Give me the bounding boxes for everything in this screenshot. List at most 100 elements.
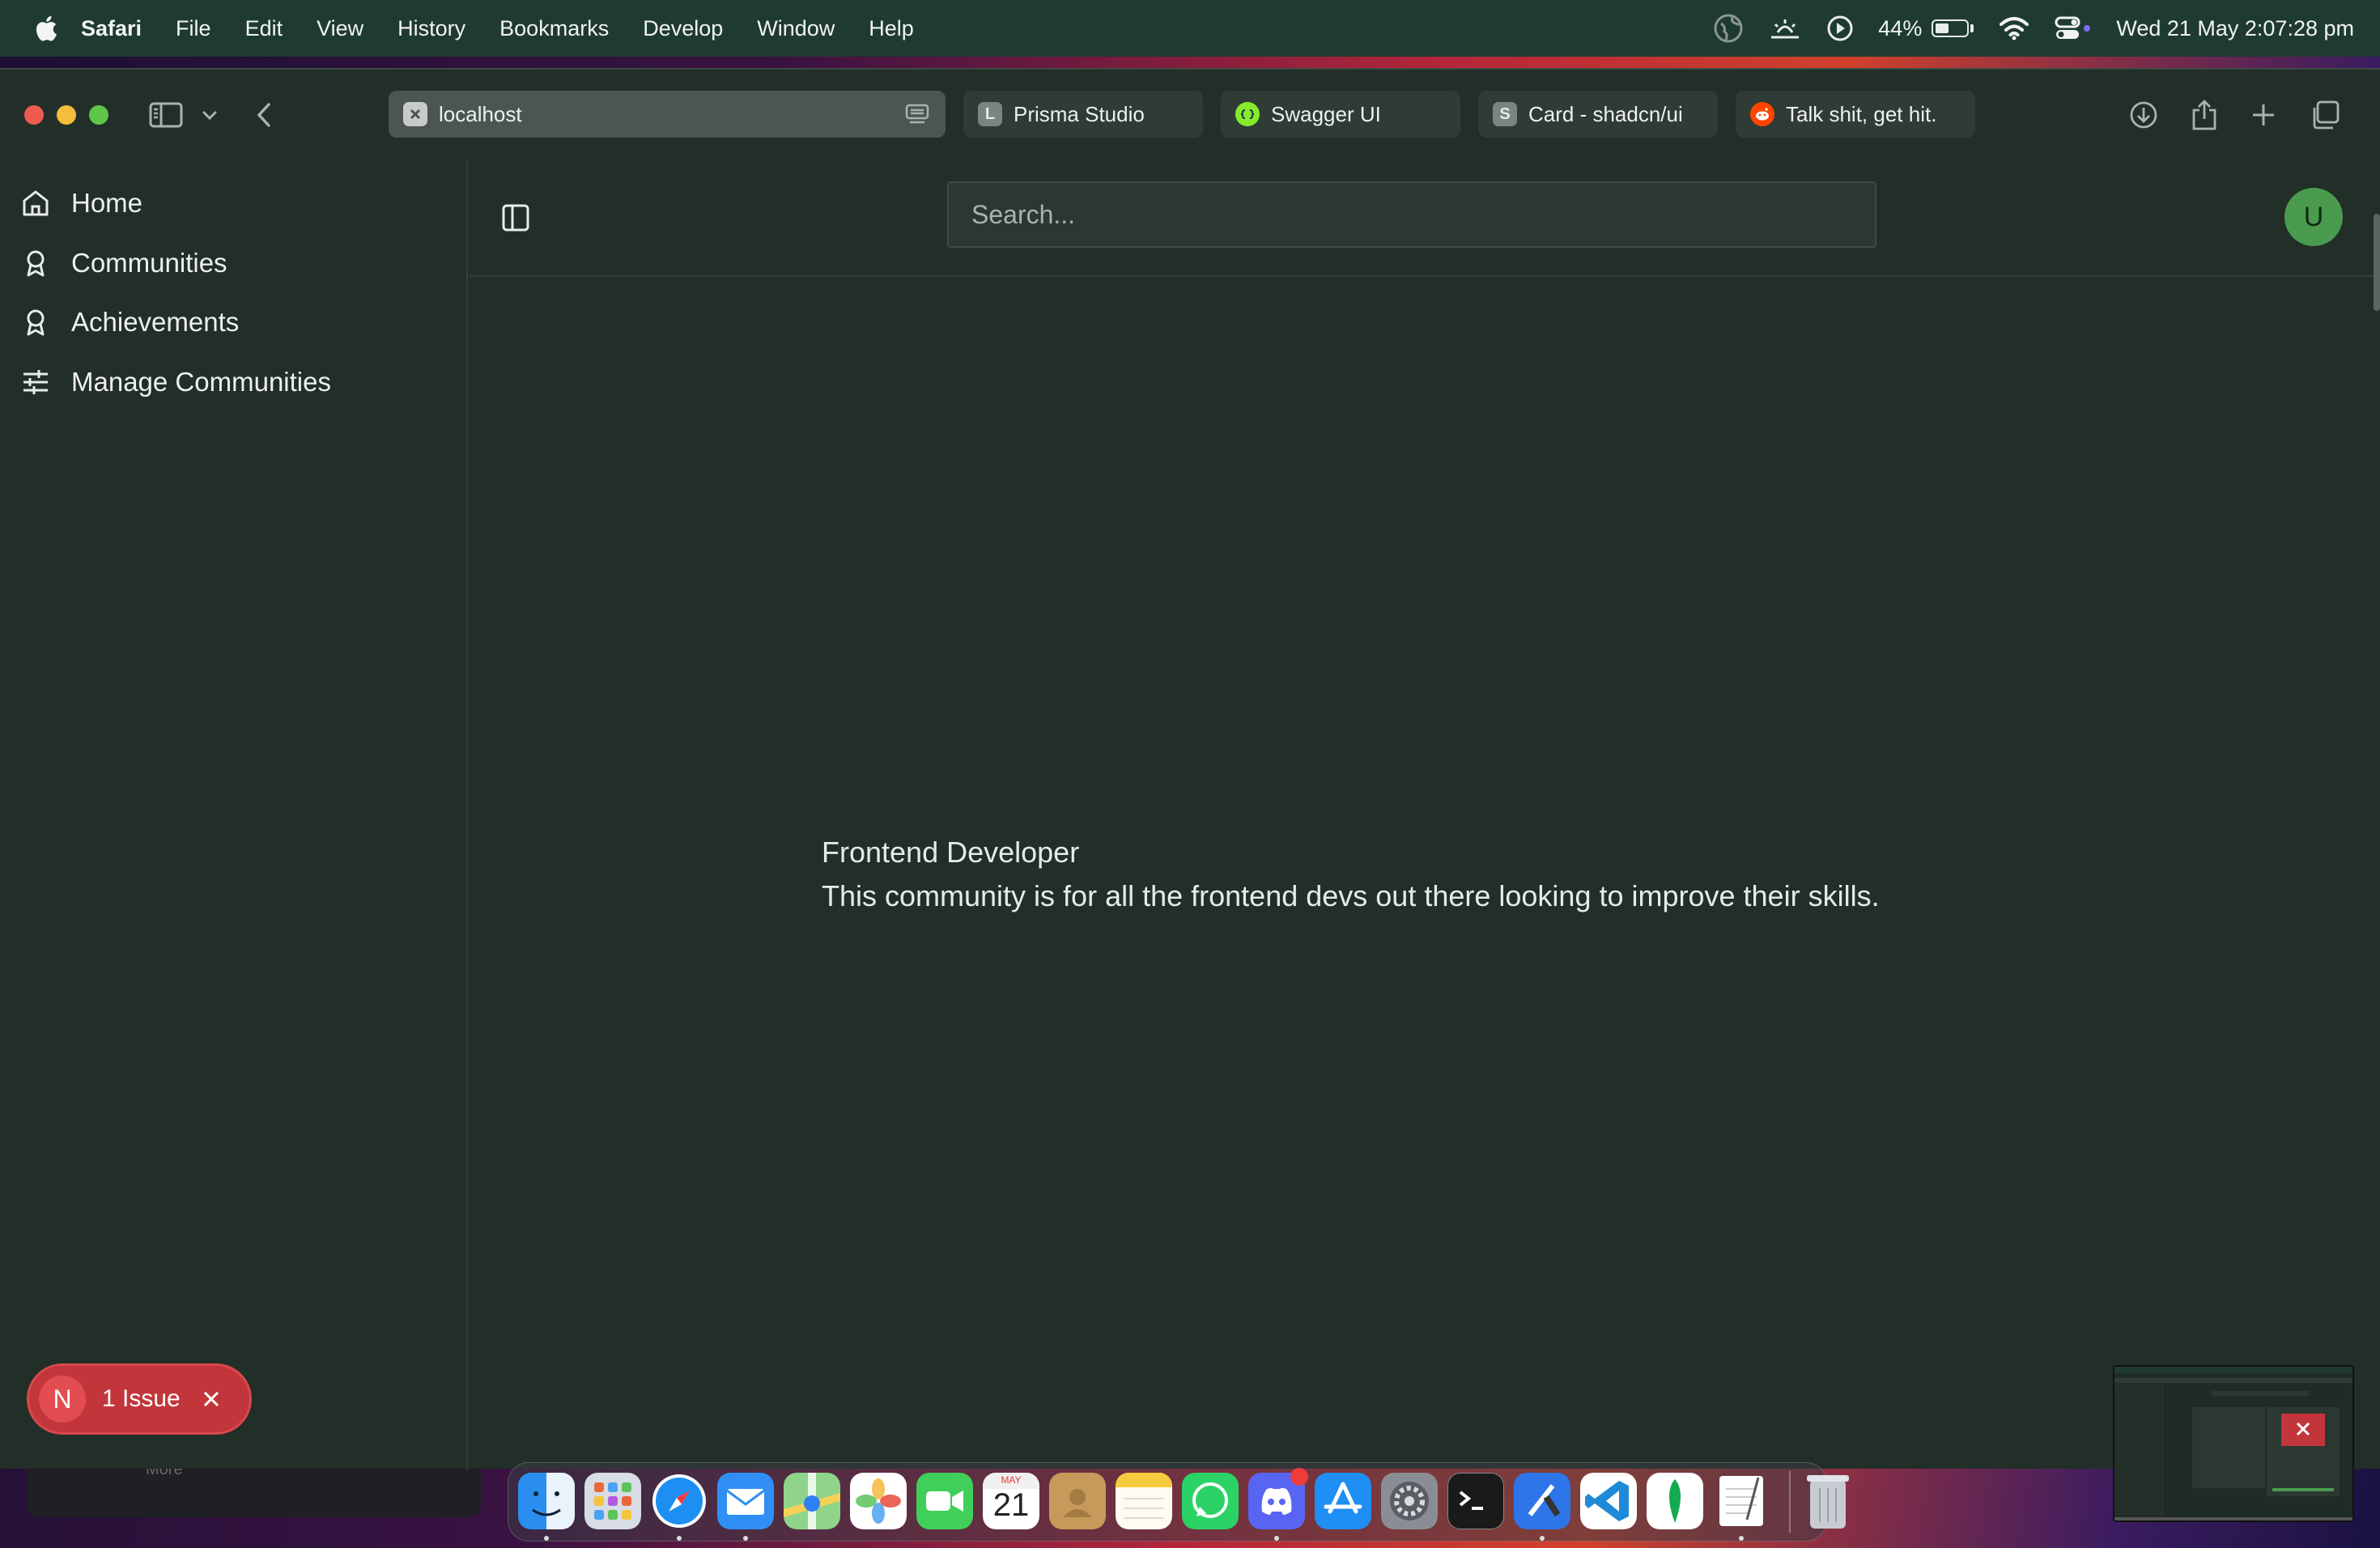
- close-x-icon: [410, 108, 421, 120]
- chevron-down-icon: [202, 111, 217, 121]
- tab-label: Card - shadcn/ui: [1528, 101, 1683, 126]
- sidebar-item-achievements[interactable]: Achievements: [21, 298, 239, 347]
- mail-icon[interactable]: [717, 1473, 774, 1529]
- background-window: [28, 1469, 481, 1517]
- now-playing-icon[interactable]: [1826, 15, 1854, 42]
- safari-window: localhost L Prisma Studio Swagger UI S C…: [0, 68, 2380, 1470]
- tab-label: Prisma Studio: [1014, 101, 1145, 126]
- control-center-icon[interactable]: [2055, 16, 2092, 40]
- sidebar-item-label: Home: [71, 188, 143, 218]
- menu-bar-status-area: 44% Wed 21 May 2:07:28 pm: [1713, 0, 2354, 57]
- web-page: Home Communities Achievements Manage Com…: [0, 160, 2380, 1470]
- tab-reddit[interactable]: Talk shit, get hit.: [1736, 91, 1975, 138]
- award-icon: [27, 250, 45, 277]
- menu-app-name[interactable]: Safari: [81, 16, 142, 41]
- menu-develop[interactable]: Develop: [643, 16, 723, 41]
- whatsapp-icon[interactable]: [1182, 1473, 1239, 1529]
- screenshot-thumbnail[interactable]: [2113, 1365, 2354, 1522]
- menu-view[interactable]: View: [317, 16, 363, 41]
- battery-level-fill: [1936, 23, 1949, 33]
- running-indicator: [677, 1536, 682, 1541]
- xcode-icon[interactable]: [1514, 1473, 1570, 1529]
- page-scrollbar[interactable]: [2374, 214, 2380, 311]
- back-button[interactable]: [256, 70, 274, 160]
- close-icon[interactable]: [202, 1389, 221, 1409]
- window-controls: [24, 105, 108, 125]
- wifi-icon[interactable]: [1998, 15, 2030, 41]
- sidebar-item-manage-communities[interactable]: Manage Communities: [21, 358, 331, 406]
- nextjs-issues-badge[interactable]: N 1 Issue: [29, 1366, 249, 1432]
- photos-icon[interactable]: [850, 1473, 907, 1529]
- maps-icon[interactable]: [784, 1473, 840, 1529]
- textedit-icon[interactable]: [1713, 1473, 1770, 1529]
- battery-indicator[interactable]: 44%: [1878, 16, 1974, 41]
- community-description: This community is for all the frontend d…: [822, 879, 1880, 912]
- sidebar-item-home[interactable]: Home: [21, 179, 142, 228]
- tab-overview-button[interactable]: [2310, 70, 2340, 160]
- menu-file[interactable]: File: [176, 16, 211, 41]
- prisma-favicon-icon: L: [978, 102, 1002, 126]
- sidebar-item-label: Manage Communities: [71, 367, 331, 397]
- tab-label: localhost: [439, 101, 522, 126]
- menu-window[interactable]: Window: [757, 16, 835, 41]
- sidebar-item-communities[interactable]: Communities: [21, 239, 227, 287]
- zoom-window-button[interactable]: [89, 105, 108, 125]
- running-indicator: [544, 1536, 549, 1541]
- menu-help[interactable]: Help: [869, 16, 914, 41]
- menu-bar: Safari File Edit View History Bookmarks …: [0, 0, 2380, 57]
- shadcn-favicon-icon: S: [1493, 102, 1517, 126]
- discord-icon[interactable]: [1248, 1468, 1308, 1529]
- minimize-window-button[interactable]: [57, 105, 76, 125]
- menu-bar-clock[interactable]: Wed 21 May 2:07:28 pm: [2116, 16, 2354, 41]
- trash-icon[interactable]: [1804, 1472, 1852, 1536]
- tab-group-menu-button[interactable]: [201, 70, 219, 160]
- screen-sharing-icon[interactable]: [1768, 15, 1802, 42]
- award-icon: [27, 309, 45, 336]
- system-settings-icon[interactable]: [1381, 1473, 1438, 1529]
- calendar-day: 21: [992, 1487, 1030, 1523]
- dock: MAY 21: [508, 1462, 1827, 1542]
- menu-edit[interactable]: Edit: [245, 16, 283, 41]
- sidebar-item-label: Communities: [71, 248, 227, 278]
- new-tab-button[interactable]: [2250, 70, 2276, 160]
- apple-menu-icon[interactable]: [32, 14, 58, 43]
- page-header: U: [470, 160, 2380, 277]
- share-button[interactable]: [2191, 70, 2218, 160]
- vscode-icon[interactable]: [1580, 1473, 1637, 1529]
- sidebar-item-label: Achievements: [71, 307, 240, 337]
- sidebar-toggle-button[interactable]: [149, 70, 183, 160]
- terminal-icon[interactable]: [1447, 1473, 1504, 1529]
- safari-toolbar: localhost L Prisma Studio Swagger UI S C…: [0, 70, 2380, 160]
- menu-bookmarks[interactable]: Bookmarks: [499, 16, 609, 41]
- share-icon: [2192, 100, 2216, 130]
- search-input[interactable]: [947, 181, 1876, 248]
- running-indicator: [1739, 1536, 1744, 1541]
- finder-icon[interactable]: [518, 1473, 575, 1529]
- tab-localhost[interactable]: localhost: [389, 91, 946, 138]
- downloads-button[interactable]: [2129, 70, 2158, 160]
- community-name: Frontend Developer: [822, 836, 1080, 869]
- plus-icon: [2253, 104, 2274, 125]
- home-icon: [23, 190, 49, 216]
- user-avatar[interactable]: U: [2284, 188, 2343, 246]
- tab-card-shadcn[interactable]: S Card - shadcn/ui: [1478, 91, 1718, 138]
- close-window-button[interactable]: [24, 105, 44, 125]
- vpn-globe-icon[interactable]: [1713, 13, 1744, 44]
- swagger-icon: [1235, 102, 1260, 126]
- reader-mode-icon[interactable]: [905, 104, 929, 125]
- launchpad-icon[interactable]: [584, 1473, 641, 1529]
- app-store-icon[interactable]: [1315, 1473, 1371, 1529]
- contacts-icon[interactable]: [1049, 1473, 1106, 1529]
- download-icon: [2130, 101, 2157, 129]
- safari-icon[interactable]: [651, 1473, 708, 1529]
- tab-prisma-studio[interactable]: L Prisma Studio: [963, 91, 1203, 138]
- notes-icon[interactable]: [1116, 1473, 1172, 1529]
- tab-swagger-ui[interactable]: Swagger UI: [1221, 91, 1460, 138]
- mongodb-compass-icon[interactable]: [1647, 1473, 1703, 1529]
- sidebar-toggle-icon[interactable]: [502, 204, 529, 232]
- nextjs-logo: N: [39, 1376, 86, 1423]
- issue-count-label[interactable]: 1 Issue: [102, 1385, 181, 1413]
- facetime-icon[interactable]: [916, 1473, 973, 1529]
- menu-history[interactable]: History: [397, 16, 465, 41]
- calendar-icon[interactable]: MAY 21: [983, 1473, 1039, 1529]
